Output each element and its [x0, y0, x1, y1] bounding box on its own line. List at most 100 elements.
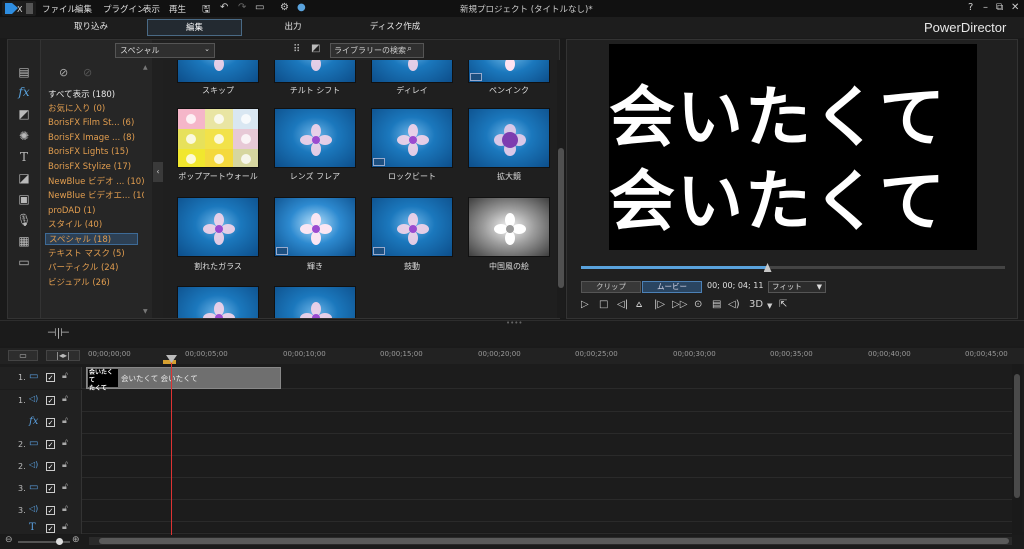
notification-icon[interactable]: ●	[297, 2, 306, 13]
audio-mixing-room-icon[interactable]: ▣	[14, 191, 34, 207]
track-enable-checkbox[interactable]: ✓	[46, 462, 55, 471]
volume-icon[interactable]: ◁)	[728, 299, 740, 310]
timeline-zoom-icon[interactable]: |◂▸|	[46, 350, 80, 361]
tab-capture[interactable]: 取り込み	[60, 19, 122, 36]
3d-dropdown-arrow-icon[interactable]: ▼	[767, 302, 772, 310]
effects-room-icon[interactable]: fx	[14, 84, 34, 100]
timeline-video-clip[interactable]: 会いたくて たくて 会いたくて 会いたくて	[86, 367, 281, 392]
scrollbar-thumb[interactable]	[1014, 374, 1020, 498]
previous-frame-icon[interactable]: ◁|	[617, 299, 628, 310]
category-item[interactable]: お気に入り (0)	[48, 103, 144, 115]
track-enable-checkbox[interactable]: ✓	[46, 440, 55, 449]
category-item[interactable]: BorisFX Image ... (8)	[48, 132, 144, 144]
category-item[interactable]: BorisFX Film St... (6)	[48, 117, 144, 129]
timeline-vertical-scrollbar[interactable]	[1012, 364, 1022, 532]
effect-thumbnail[interactable]	[274, 286, 356, 318]
help-icon[interactable]: ?	[968, 2, 973, 13]
category-item[interactable]: proDAD (1)	[48, 205, 144, 217]
effect-thumbnail[interactable]	[274, 197, 356, 257]
lock-icon[interactable]: 🔓︎	[62, 504, 68, 514]
timeline-playhead[interactable]	[171, 356, 172, 536]
track-enable-checkbox[interactable]: ✓	[46, 373, 55, 382]
tag-remove-icon[interactable]: ⊘	[83, 66, 92, 79]
timeline-ruler[interactable]: ▭ |◂▸| 00;00;00;00 00;00;05;00 00;00;10;…	[0, 348, 1024, 364]
category-item[interactable]: テキスト マスク (5)	[48, 248, 144, 260]
tab-produce[interactable]: 出力	[262, 19, 324, 36]
tab-edit[interactable]: 編集	[147, 19, 242, 36]
lock-icon[interactable]: 🔓︎	[62, 371, 68, 381]
scroll-up-icon[interactable]: ▲	[143, 64, 148, 71]
category-item[interactable]: スタイル (40)	[48, 219, 144, 231]
collapse-panel-button[interactable]: ‹	[153, 162, 163, 182]
track-enable-checkbox[interactable]: ✓	[46, 418, 55, 427]
track-enable-checkbox[interactable]: ✓	[46, 396, 55, 405]
track-enable-checkbox[interactable]: ✓	[46, 524, 55, 533]
subtitle-room-icon[interactable]: ▭	[14, 254, 34, 270]
seek-bar[interactable]	[581, 263, 1005, 272]
category-item[interactable]: NewBlue ビデオ ... (10)	[48, 176, 144, 188]
media-room-icon[interactable]: ▤	[14, 64, 34, 80]
effect-thumbnail[interactable]	[274, 108, 356, 168]
transition-room-icon[interactable]: ◪	[14, 170, 34, 186]
grid-view-icon[interactable]: ⠿	[293, 44, 300, 55]
zoom-slider-handle[interactable]	[56, 538, 63, 545]
voiceover-microphone-icon[interactable]: 🎙	[14, 212, 34, 228]
category-item-selected[interactable]: スペシャル (18)	[45, 233, 138, 245]
settings-gear-icon[interactable]: ⚙	[280, 2, 289, 13]
lock-icon[interactable]: 🔓︎	[62, 482, 68, 492]
undock-preview-icon[interactable]: ⇱	[779, 299, 787, 310]
effect-thumbnail[interactable]	[177, 197, 259, 257]
effect-thumbnail[interactable]	[371, 108, 453, 168]
timecode-display[interactable]: 00; 00; 04; 11	[707, 281, 767, 293]
effect-thumbnail[interactable]	[177, 286, 259, 318]
tag-icon[interactable]: ⊘	[59, 66, 68, 79]
menu-view[interactable]: 表示	[143, 3, 160, 15]
menu-plugins[interactable]: プラグイン	[103, 3, 146, 15]
effect-thumbnail[interactable]	[371, 60, 453, 83]
scroll-down-icon[interactable]: ▼	[143, 308, 148, 315]
resize-grip-icon[interactable]: ••••	[506, 319, 523, 327]
chapter-room-icon[interactable]: ▦	[14, 233, 34, 249]
timeline-horizontal-scrollbar[interactable]	[89, 537, 1012, 545]
track-enable-checkbox[interactable]: ✓	[46, 506, 55, 515]
minimize-icon[interactable]: –	[983, 2, 988, 13]
effect-thumbnail[interactable]	[468, 197, 550, 257]
undo-icon[interactable]: ↶	[220, 2, 228, 13]
menu-playback[interactable]: 再生	[169, 3, 186, 15]
fast-forward-icon[interactable]: ▷▷	[672, 299, 687, 310]
track-manager-icon[interactable]: ▭	[8, 350, 38, 361]
movie-mode-button[interactable]: ムービー	[642, 281, 702, 293]
zoom-out-icon[interactable]: ⊖	[5, 535, 13, 545]
category-item[interactable]: ビジュアル (26)	[48, 277, 144, 289]
lock-icon[interactable]: 🔓︎	[62, 460, 68, 470]
zoom-in-icon[interactable]: ⊕	[72, 535, 80, 545]
effect-thumbnail[interactable]	[468, 60, 550, 83]
effect-thumbnail[interactable]	[371, 197, 453, 257]
category-item[interactable]: パーティクル (24)	[48, 262, 144, 274]
title-room-icon[interactable]: T	[14, 149, 34, 165]
category-item[interactable]: BorisFX Stylize (17)	[48, 161, 144, 173]
track-enable-checkbox[interactable]: ✓	[46, 484, 55, 493]
lock-icon[interactable]: 🔓︎	[62, 522, 68, 532]
close-icon[interactable]: ✕	[1011, 2, 1019, 13]
lock-icon[interactable]: 🔓︎	[62, 416, 68, 426]
particle-room-icon[interactable]: ✺	[14, 128, 34, 144]
snapshot-marker-icon[interactable]: ⩟	[636, 299, 642, 310]
effect-thumbnail[interactable]	[177, 60, 259, 83]
category-item[interactable]: すべて表示 (180)	[48, 89, 144, 101]
menu-file[interactable]: ファイル	[42, 3, 76, 15]
subtitle-icon[interactable]: ▤	[712, 299, 721, 310]
lock-icon[interactable]: 🔓︎	[62, 394, 68, 404]
menu-edit[interactable]: 編集	[75, 3, 92, 15]
category-item[interactable]: BorisFX Lights (15)	[48, 146, 144, 158]
tab-create-disc[interactable]: ディスク作成	[360, 19, 430, 36]
camera-snapshot-icon[interactable]: ⊙	[694, 299, 702, 310]
scrollbar-thumb[interactable]	[558, 148, 564, 288]
category-item[interactable]: NewBlue ビデオエ... (10)	[48, 190, 144, 202]
scrollbar-thumb[interactable]	[99, 538, 1009, 544]
pip-room-icon[interactable]: ◩	[14, 106, 34, 122]
aspect-ratio-icon[interactable]: ▭	[255, 2, 264, 13]
effect-thumbnail[interactable]	[177, 108, 259, 168]
play-icon[interactable]: ▷	[581, 299, 589, 310]
redo-icon[interactable]: ↷	[238, 2, 246, 13]
